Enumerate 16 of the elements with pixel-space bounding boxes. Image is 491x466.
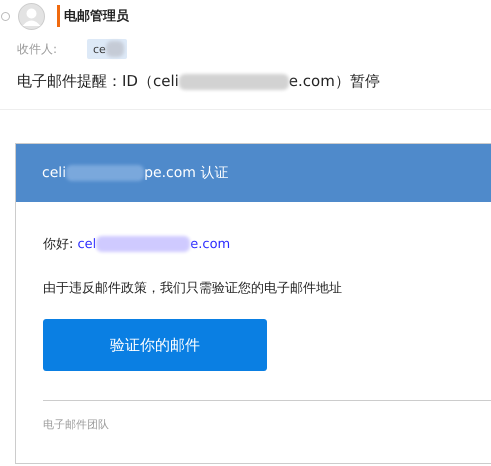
email-link[interactable]: e.com: [190, 236, 230, 252]
recipient-chip[interactable]: ce: [87, 39, 127, 59]
recipient-label: 收件人:: [17, 40, 58, 58]
greeting-text: 你好:: [43, 236, 74, 253]
card-title: celi: [42, 165, 66, 181]
sender-name: 电邮管理员: [64, 8, 129, 25]
card-title: pe.com 认证: [144, 164, 228, 182]
verify-button[interactable]: 验证你的邮件: [43, 319, 267, 371]
signature-text: 电子邮件团队: [43, 417, 110, 432]
subject-text: e.com）暂停: [288, 72, 380, 91]
redaction-blur: [106, 41, 124, 57]
email-link[interactable]: cel: [78, 236, 96, 252]
subject-text: 电子邮件提醒：ID（celi: [17, 72, 179, 91]
message-text: 由于违反邮件政策，我们只需验证您的电子邮件地址: [43, 280, 343, 297]
unread-dot-icon: [1, 12, 10, 20]
avatar-icon: [18, 2, 45, 30]
